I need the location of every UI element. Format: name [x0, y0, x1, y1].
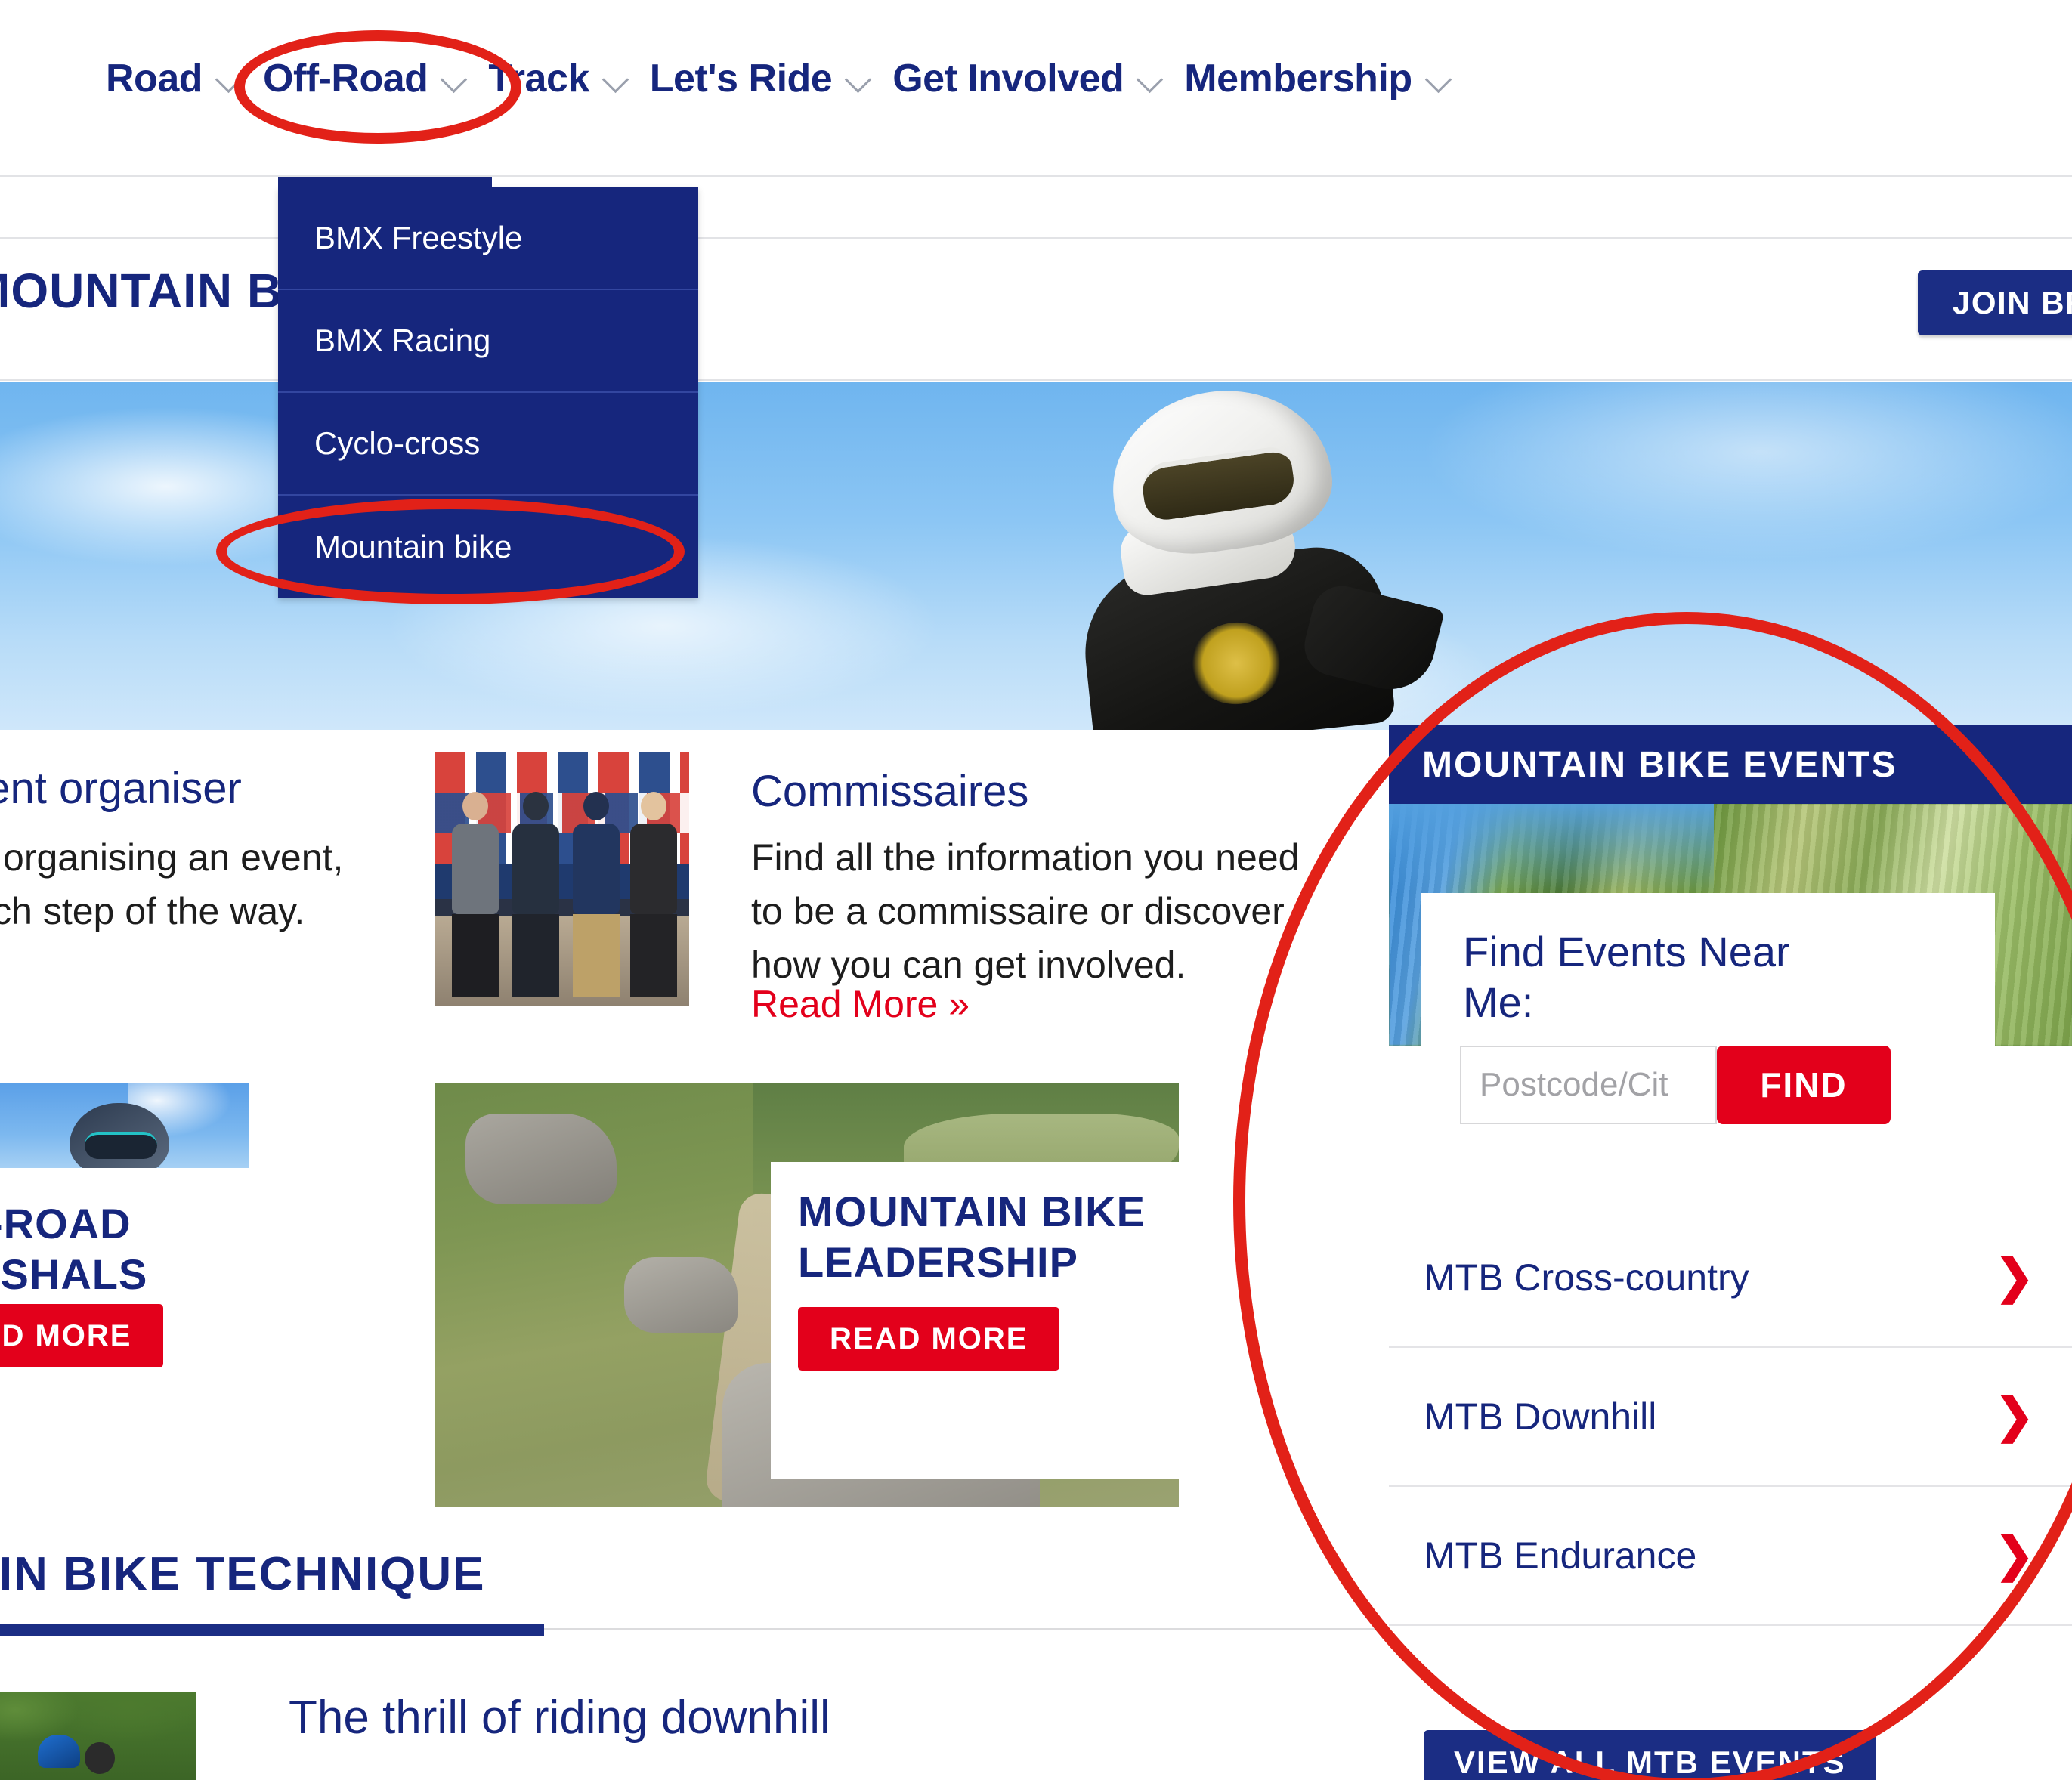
event-discipline-list: MTB Cross-country ❯ MTB Downhill ❯ MTB E… [1389, 1209, 2072, 1626]
nav-item-get-involved[interactable]: Get Involved [892, 59, 1184, 98]
find-events-title: Find Events Near Me: [1463, 928, 1790, 1027]
events-hero-sky [1389, 804, 1714, 895]
nav-label: Off-Road [263, 57, 428, 100]
marshals-card-image [0, 1083, 249, 1168]
organiser-body-line-1: ng on organising an event, [0, 836, 344, 879]
event-row-mtb-cross-country[interactable]: MTB Cross-country ❯ [1389, 1209, 2072, 1348]
downhill-rider-photo [1058, 382, 1451, 730]
chevron-down-icon[interactable] [603, 66, 629, 91]
event-row-label: MTB Downhill [1424, 1395, 1657, 1438]
commissaire-person [452, 792, 499, 997]
events-panel-header: MOUNTAIN BIKE EVENTS [1389, 725, 2072, 804]
commissaires-read-more-link[interactable]: Read More » [751, 982, 970, 1026]
commissaires-photo [435, 752, 689, 1006]
thumbnail-rider [38, 1735, 121, 1780]
join-british-cycling-button[interactable]: JOIN BRI [1918, 270, 2072, 335]
find-events-card: Find Events Near Me: FIND [1421, 893, 1995, 1156]
mountain-bike-leadership-card[interactable]: MOUNTAIN BIKE LEADERSHIP READ MORE [771, 1162, 1224, 1479]
nav-item-off-road[interactable]: Off-Road [263, 59, 488, 98]
technique-section-title: NTAIN BIKE TECHNIQUE [0, 1548, 486, 1600]
page-root: Road Off-Road Track Let's Ride Get Invol… [0, 0, 2072, 1780]
chevron-down-icon[interactable] [441, 66, 467, 91]
rock [465, 1114, 617, 1204]
nav-item-road[interactable]: Road [106, 59, 263, 98]
event-row-mtb-endurance[interactable]: MTB Endurance ❯ [1389, 1487, 2072, 1626]
event-row-mtb-downhill[interactable]: MTB Downhill ❯ [1389, 1348, 2072, 1487]
nav-item-membership[interactable]: Membership [1184, 59, 1472, 98]
nav-label: Get Involved [892, 57, 1124, 100]
chevron-down-icon[interactable] [1137, 66, 1163, 91]
chevron-right-icon: ❯ [1995, 1250, 2034, 1303]
event-row-label: MTB Endurance [1424, 1534, 1697, 1577]
organiser-body: ng on organising an event, ou each step … [0, 831, 343, 938]
chevron-right-icon: ❯ [1995, 1389, 2034, 1442]
technique-article-thumbnail [0, 1692, 196, 1780]
leadership-card-title: MOUNTAIN BIKE LEADERSHIP [798, 1186, 1146, 1287]
marshal-rider-visor [85, 1132, 157, 1159]
marshals-title-line-1: OFF-ROAD [0, 1200, 131, 1247]
commissaire-person [630, 792, 677, 997]
dropdown-tab-notch [278, 177, 492, 189]
commissaire-person [573, 792, 620, 997]
commissaires-heading: Commissaires [751, 767, 1029, 816]
off-road-marshals-card[interactable]: OFF-ROAD MARSHALS [0, 1083, 249, 1484]
nav-label: Membership [1184, 57, 1412, 100]
organiser-heading: event organiser [0, 764, 242, 813]
event-row-label: MTB Cross-country [1424, 1256, 1749, 1299]
find-events-form: FIND [1460, 1046, 1891, 1124]
nav-item-track[interactable]: Track [488, 59, 649, 98]
top-navigation-bar: Road Off-Road Track Let's Ride Get Invol… [0, 0, 2072, 174]
dropdown-item-bmx-racing[interactable]: BMX Racing [278, 290, 698, 393]
organiser-body-line-2: ou each step of the way. [0, 890, 305, 932]
leadership-title-line-1: MOUNTAIN BIKE [798, 1188, 1146, 1235]
find-button[interactable]: FIND [1717, 1046, 1891, 1124]
primary-nav-list: Road Off-Road Track Let's Ride Get Invol… [106, 59, 1473, 98]
nav-item-lets-ride[interactable]: Let's Ride [650, 59, 892, 98]
page-title: MOUNTAIN B [0, 264, 283, 318]
nav-label: Road [106, 57, 203, 100]
view-all-mtb-events-button[interactable]: VIEW ALL MTB EVENTS [1424, 1730, 1876, 1780]
dropdown-item-mountain-bike[interactable]: Mountain bike [278, 496, 698, 598]
commissaire-person [512, 792, 559, 997]
technique-article-heading[interactable]: The thrill of riding downhill [289, 1691, 830, 1744]
chevron-down-icon[interactable] [1426, 66, 1452, 91]
postcode-city-input[interactable] [1460, 1046, 1717, 1124]
nav-label: Let's Ride [649, 57, 833, 100]
rock [624, 1257, 738, 1333]
leadership-read-more-button[interactable]: READ MORE [798, 1307, 1060, 1371]
dropdown-item-bmx-freestyle[interactable]: BMX Freestyle [278, 187, 698, 290]
marshals-title-line-2: MARSHALS [0, 1250, 148, 1299]
technique-title-underline [0, 1624, 544, 1636]
marshals-card-title: OFF-ROAD MARSHALS [0, 1198, 147, 1299]
marshals-read-more-button[interactable]: READ MORE [0, 1304, 164, 1367]
off-road-dropdown-menu: BMX Freestyle BMX Racing Cyclo-cross Mou… [278, 177, 698, 598]
nav-label: Track [488, 57, 589, 100]
leadership-title-line-2: LEADERSHIP [798, 1238, 1078, 1287]
chevron-down-icon[interactable] [216, 66, 242, 91]
commissaires-body: Find all the information you need to be … [751, 836, 1300, 986]
mountain-bike-events-panel: MOUNTAIN BIKE EVENTS Find Events Near Me… [1389, 725, 2072, 1780]
chevron-right-icon: ❯ [1995, 1528, 2034, 1581]
dropdown-item-cyclo-cross[interactable]: Cyclo-cross [278, 393, 698, 496]
chevron-down-icon[interactable] [846, 66, 871, 91]
